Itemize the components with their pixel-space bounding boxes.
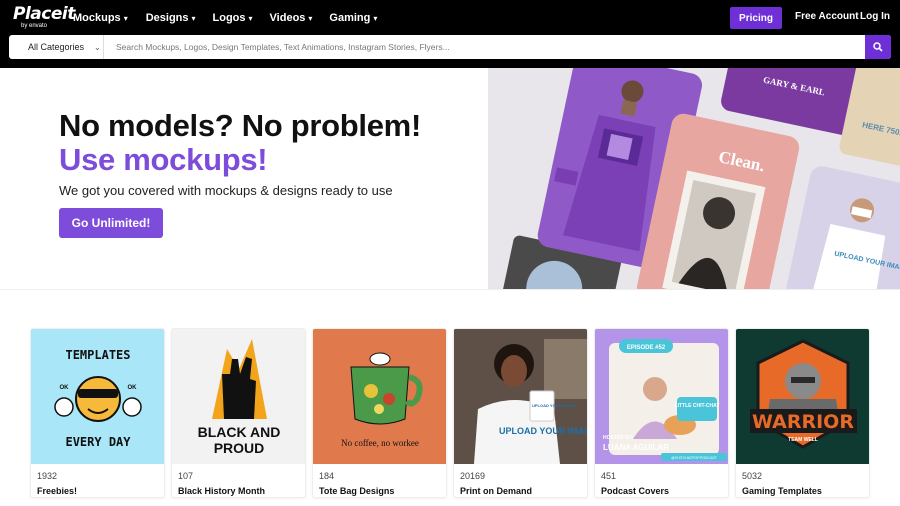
search-bar: All Categories ⌄: [9, 35, 891, 59]
nav-item-mockups[interactable]: Mockups ▾: [73, 10, 128, 26]
chevron-down-icon: ⌄: [94, 42, 101, 52]
card-thumbnail: UPLOAD YOUR IMAGE UPLOAD YOUR IMAGE: [454, 329, 588, 464]
card-thumbnail: TEMPLATES OK OK EVERY DAY: [31, 329, 164, 464]
art-bottom-text: EVERY DAY: [65, 435, 131, 449]
free-account-link[interactable]: Free Account: [795, 11, 859, 22]
art-top-text: TEMPLATES: [65, 348, 130, 362]
art-word: WARRIOR: [752, 411, 854, 433]
art-caption: No coffee, no workee: [341, 438, 419, 448]
placeit-logo[interactable]: Placeit by envato: [13, 5, 75, 30]
card-count: 5032: [742, 471, 763, 481]
art-hosted: HOSTED BY:: [603, 435, 634, 441]
search-icon: [873, 42, 883, 52]
category-card-print-on-demand[interactable]: UPLOAD YOUR IMAGE UPLOAD YOUR IMAGE 2016…: [453, 328, 588, 498]
chevron-down-icon: ▾: [248, 13, 253, 23]
art-handle: @CHITCHATPOP.PODCAST: [671, 456, 718, 460]
print-on-demand-art: UPLOAD YOUR IMAGE UPLOAD YOUR IMAGE: [454, 329, 588, 464]
tote-bag-art: No coffee, no workee: [341, 352, 423, 448]
category-card-freebies[interactable]: TEMPLATES OK OK EVERY DAY 1932 Freebies!: [30, 328, 165, 498]
nav-label: Mockups: [73, 12, 121, 24]
card-count: 20169: [460, 471, 486, 481]
nav-label: Logos: [212, 12, 246, 24]
top-navigation-bar: Placeit by envato Mockups ▾ Designs ▾ Logo…: [0, 0, 900, 68]
section-divider: [0, 289, 900, 290]
podcast-art: EPISODE #52 LITTLE CHIT-CHAT HOSTED BY: …: [603, 339, 727, 461]
hero-collage-image: GARY & EARL Clean. HERE 750x UPLOAD YOUR…: [488, 68, 900, 290]
logo-text: Placeit: [13, 4, 75, 24]
category-card-podcast-covers[interactable]: EPISODE #52 LITTLE CHIT-CHAT HOSTED BY: …: [594, 328, 729, 498]
card-count: 1932: [37, 471, 58, 481]
nav-label: Videos: [269, 12, 306, 24]
card-count: 107: [178, 471, 194, 481]
nav-item-videos[interactable]: Videos ▾: [270, 10, 313, 26]
card-count: 184: [319, 471, 335, 481]
category-label: All Categories: [28, 42, 85, 52]
card-thumbnail: No coffee, no workee: [313, 329, 446, 464]
logo-subtext: by envato: [21, 23, 48, 29]
card-title: Podcast Covers: [601, 486, 670, 496]
chevron-down-icon: ▾: [123, 13, 128, 23]
card-count: 451: [601, 471, 617, 481]
art-ok-right: OK: [128, 385, 138, 391]
art-sub: TEAM WELL: [788, 437, 818, 443]
art-ok-left: OK: [60, 385, 70, 391]
nav-item-logos[interactable]: Logos ▾: [213, 10, 253, 26]
main-nav: Mockups ▾ Designs ▾ Logos ▾ Videos ▾ Gaming ▾: [73, 10, 377, 26]
chevron-down-icon: ▾: [373, 13, 378, 23]
card-title: Freebies!: [37, 486, 78, 496]
art-host: LUANA AGUILAR: [603, 443, 669, 452]
card-title: Tote Bag Designs: [319, 486, 395, 496]
card-thumbnail: EPISODE #52 LITTLE CHIT-CHAT HOSTED BY: …: [595, 329, 728, 464]
category-card-black-history-month[interactable]: BLACK AND PROUD 107 Black History Month: [171, 328, 306, 498]
hero-banner: No models? No problem! Use mockups! We g…: [0, 68, 900, 290]
hero-subtitle: We got you covered with mockups & design…: [59, 183, 393, 198]
category-cards: TEMPLATES OK OK EVERY DAY 1932 Freebies!…: [30, 328, 870, 498]
chevron-down-icon: ▾: [308, 13, 313, 23]
pricing-button[interactable]: Pricing: [730, 7, 782, 29]
card-title: Gaming Templates: [742, 486, 822, 496]
nav-label: Gaming: [329, 12, 371, 24]
mockup-collage: GARY & EARL Clean. HERE 750x UPLOAD YOUR…: [488, 68, 900, 290]
art-mug-text: UPLOAD YOUR IMAGE: [532, 403, 576, 408]
search-input[interactable]: [104, 35, 865, 59]
card-thumbnail: BLACK AND PROUD: [172, 329, 305, 464]
art-episode: EPISODE #52: [627, 345, 666, 351]
search-button[interactable]: [865, 35, 891, 59]
category-select[interactable]: All Categories ⌄: [9, 35, 104, 59]
card-thumbnail: WARRIOR TEAM WELL: [736, 329, 869, 464]
nav-item-designs[interactable]: Designs ▾: [146, 10, 196, 26]
hero-headline-accent: Use mockups!: [59, 142, 268, 177]
card-title: Print on Demand: [460, 486, 533, 496]
category-card-tote-bag[interactable]: No coffee, no workee 184 Tote Bag Design…: [312, 328, 447, 498]
art-line2: PROUD: [214, 440, 265, 456]
gaming-art: WARRIOR TEAM WELL: [750, 339, 857, 449]
nav-label: Designs: [145, 12, 189, 24]
category-card-gaming-templates[interactable]: WARRIOR TEAM WELL 5032 Gaming Templates: [735, 328, 870, 498]
nav-item-gaming[interactable]: Gaming ▾: [329, 10, 377, 26]
art-show: LITTLE CHIT-CHAT: [675, 403, 720, 409]
go-unlimited-button[interactable]: Go Unlimited!: [59, 208, 163, 238]
login-link[interactable]: Log In: [860, 11, 890, 22]
card-title: Black History Month: [178, 486, 266, 496]
hero-headline: No models? No problem!: [59, 108, 421, 143]
black-history-art: BLACK AND PROUD: [198, 339, 281, 456]
freebies-art: TEMPLATES OK OK EVERY DAY: [54, 348, 142, 449]
art-line1: BLACK AND: [198, 424, 281, 440]
art-shirt-text: UPLOAD YOUR IMAGE: [499, 426, 588, 436]
chevron-down-icon: ▾: [191, 13, 196, 23]
